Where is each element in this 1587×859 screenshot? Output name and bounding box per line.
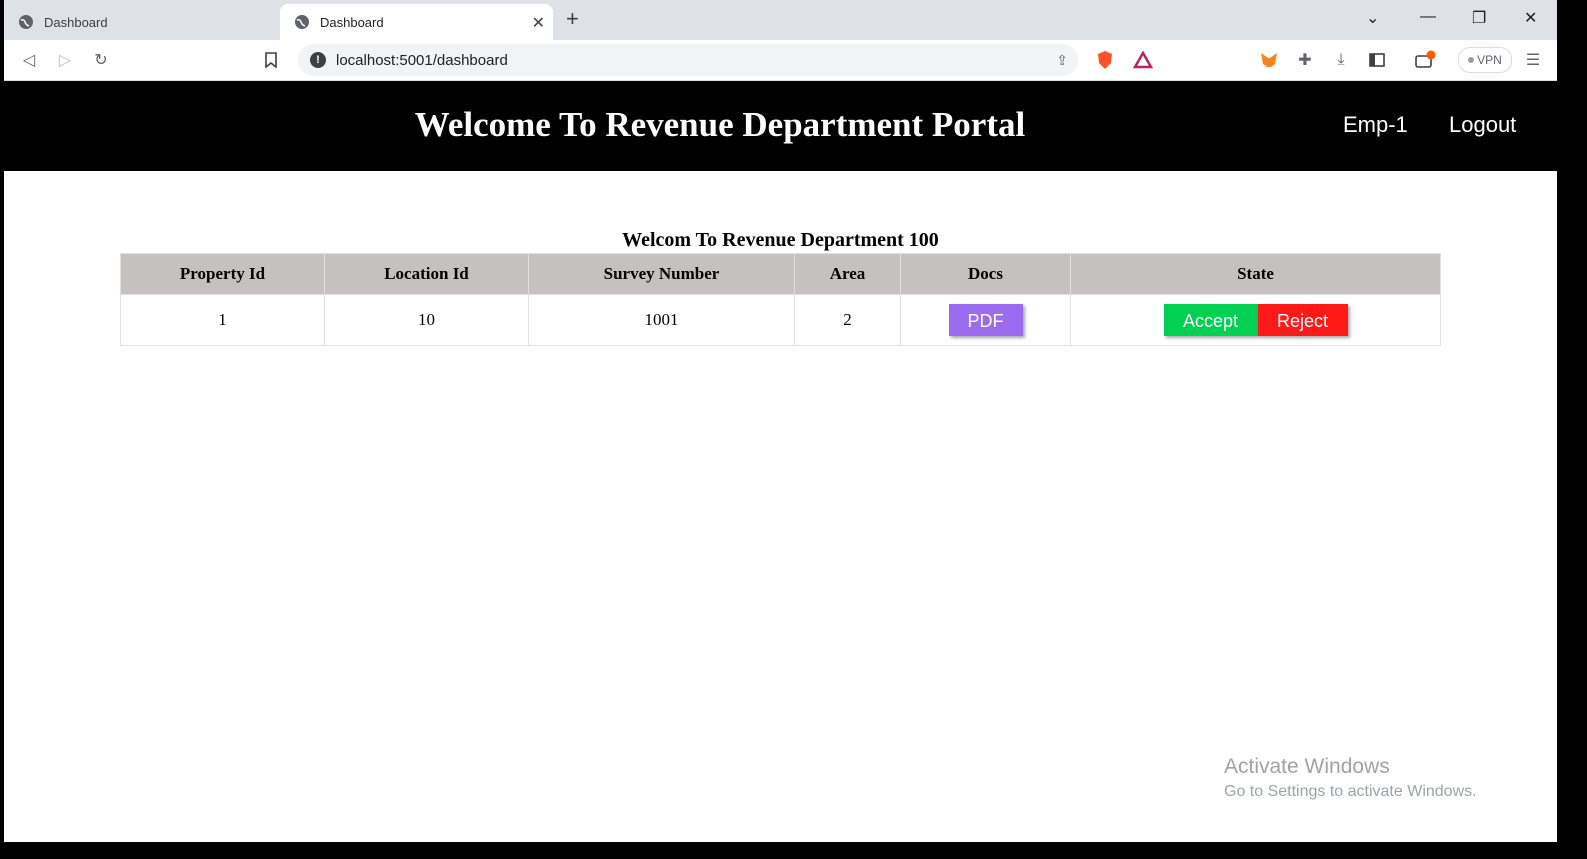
tab-label: Dashboard [44,14,108,30]
restore-icon[interactable]: ❐ [1472,8,1486,28]
property-table: Property Id Location Id Survey Number Ar… [120,253,1441,346]
portal-header: Welcome To Revenue Department Portal Emp… [4,81,1557,171]
cell-location-id: 10 [324,294,529,346]
tab-dashboard-2[interactable]: Dashboard ✕ [280,4,553,40]
table-row: 1 10 1001 2 PDF Accept Reject [120,294,1441,346]
table-caption: Welcom To Revenue Department 100 [622,229,939,251]
extensions-icon[interactable]: ✚ [1294,49,1316,71]
cell-area: 2 [794,294,901,346]
menu-icon[interactable]: ☰ [1522,49,1544,71]
minimize-icon[interactable]: — [1420,8,1436,26]
close-window-icon[interactable]: ✕ [1524,8,1537,28]
column-header-survey-number: Survey Number [528,253,795,295]
column-header-location-id: Location Id [324,253,529,295]
globe-icon [295,15,309,29]
forward-icon[interactable]: ▷ [54,49,76,71]
tab-bar: Dashboard Dashboard ✕ + ⌄ — ❐ ✕ [4,0,1557,40]
sidebar-icon[interactable] [1366,49,1388,71]
address-bar[interactable]: ! localhost:5001/dashboard ⇪ [298,44,1078,76]
vpn-button[interactable]: VPN [1458,47,1512,73]
browser-window: Dashboard Dashboard ✕ + ⌄ — ❐ ✕ ◁ ▷ ↻ ! … [4,0,1557,842]
download-icon[interactable]: ⤓ [1330,49,1352,71]
close-tab-icon[interactable]: ✕ [532,13,545,33]
back-icon[interactable]: ◁ [18,49,40,71]
user-link[interactable]: Emp-1 [1343,112,1408,138]
url-text: localhost:5001/dashboard [336,52,508,69]
new-tab-icon[interactable]: + [566,8,579,30]
windows-activation-watermark: Activate Windows Go to Settings to activ… [1224,755,1477,801]
site-info-icon[interactable]: ! [310,52,326,68]
vpn-status-icon [1468,57,1475,63]
tab-label: Dashboard [320,14,384,30]
bookmark-icon[interactable] [260,49,282,71]
cell-docs: PDF [900,294,1071,346]
watermark-title: Activate Windows [1224,755,1390,778]
table-header-row: Property Id Location Id Survey Number Ar… [120,253,1441,295]
logout-link[interactable]: Logout [1449,112,1516,138]
vpn-label: VPN [1477,53,1502,67]
tab-search-icon[interactable]: ⌄ [1366,8,1379,28]
column-header-state: State [1070,253,1441,295]
pdf-button[interactable]: PDF [948,304,1023,336]
cell-survey-number: 1001 [528,294,795,346]
accept-button[interactable]: Accept [1163,304,1258,336]
metamask-icon[interactable] [1258,49,1280,71]
brave-shield-icon[interactable] [1094,49,1116,71]
reload-icon[interactable]: ↻ [90,49,112,71]
wallet-icon[interactable] [1414,49,1436,71]
column-header-area: Area [794,253,901,295]
page-title: Welcome To Revenue Department Portal [414,105,1026,144]
browser-toolbar: ◁ ▷ ↻ ! localhost:5001/dashboard ⇪ ✚ ⤓ V… [4,40,1557,81]
column-header-property-id: Property Id [120,253,325,295]
brave-rewards-icon[interactable] [1132,49,1154,71]
share-icon[interactable]: ⇪ [1056,52,1068,69]
column-header-docs: Docs [900,253,1071,295]
cell-property-id: 1 [120,294,325,346]
watermark-subtitle: Go to Settings to activate Windows. [1224,783,1477,800]
cell-state: Accept Reject [1070,294,1441,346]
reject-button[interactable]: Reject [1257,304,1348,336]
tab-dashboard-1[interactable]: Dashboard [4,4,274,40]
globe-icon [19,15,33,29]
